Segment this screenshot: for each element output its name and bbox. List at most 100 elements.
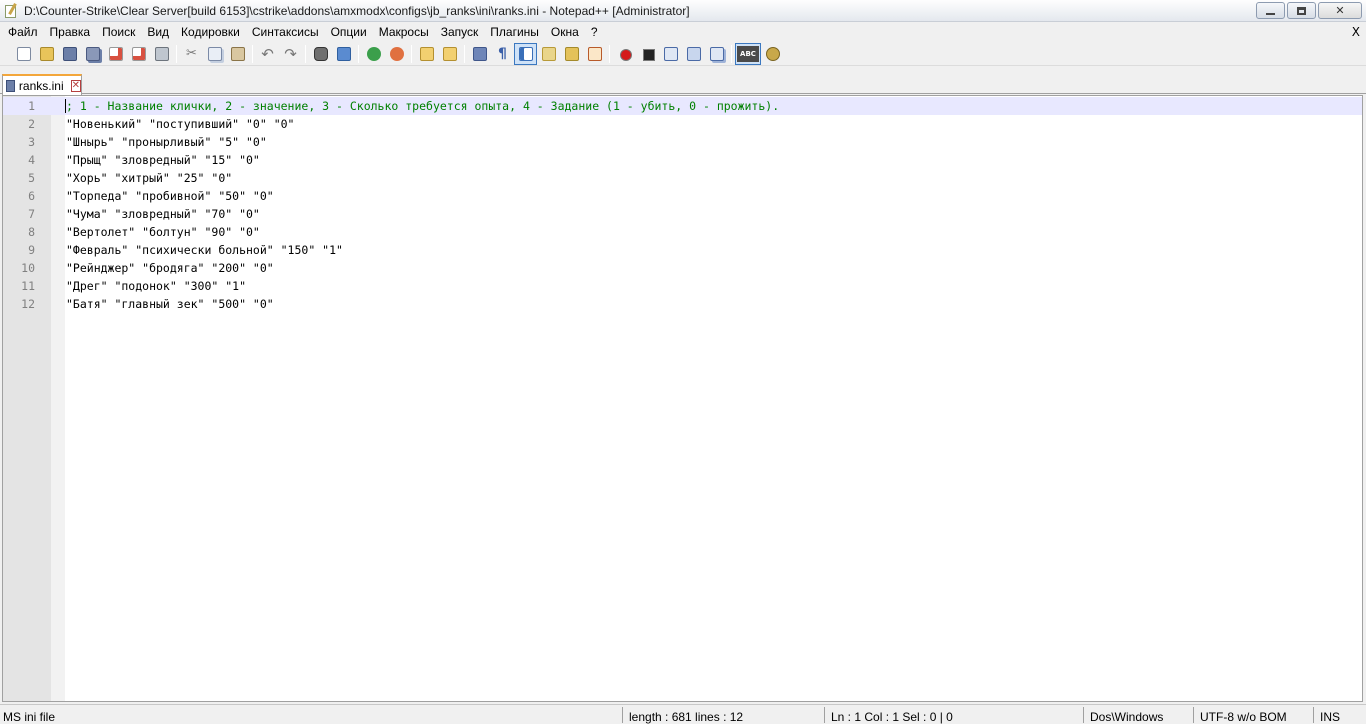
zoom-in-button[interactable] — [362, 43, 385, 65]
editor-line[interactable]: 9 "Февраль" "психически больной" "150" "1… — [3, 241, 1362, 259]
copy-button[interactable] — [203, 43, 226, 65]
redo-icon: ↷ — [284, 44, 297, 63]
function-list-button[interactable] — [583, 43, 606, 65]
menu-macro[interactable]: Макросы — [373, 22, 435, 42]
show-all-chars-button[interactable]: ¶ — [491, 43, 514, 65]
line-text[interactable]: "Рейнджер" "бродяга" "200" "0" — [66, 259, 274, 277]
cut-button[interactable]: ✂ — [180, 43, 203, 65]
play-macro-multiple-button[interactable] — [682, 43, 705, 65]
editor[interactable]: 1 ; 1 - Название клички, 2 - значение, 3 … — [2, 95, 1363, 702]
paste-button[interactable] — [226, 43, 249, 65]
line-number: 10 — [21, 261, 35, 275]
menu-settings[interactable]: Опции — [325, 22, 373, 42]
indent-guide-icon — [518, 46, 533, 61]
editor-line[interactable]: 2 "Новенький" "поступивший" "0" "0" — [3, 115, 1362, 133]
menu-encoding[interactable]: Кодировки — [175, 22, 246, 42]
editor-line[interactable]: 11 "Дрег" "подонок" "300" "1" — [3, 277, 1362, 295]
minimize-button[interactable] — [1256, 2, 1285, 19]
title-bar[interactable]: D:\Counter-Strike\Clear Server[build 615… — [0, 0, 1366, 22]
close-all-button[interactable] — [127, 43, 150, 65]
menu-file[interactable]: Файл — [2, 22, 44, 42]
fold-all-button[interactable] — [537, 43, 560, 65]
status-length-lines: length : 681 lines : 12 — [629, 710, 744, 724]
line-text[interactable]: "Хорь" "хитрый" "25" "0" — [66, 169, 232, 187]
line-number: 8 — [28, 225, 35, 239]
undo-button[interactable]: ↶ — [256, 43, 279, 65]
menu-run[interactable]: Запуск — [435, 22, 485, 42]
status-eol: Dos\Windows — [1090, 710, 1164, 724]
save-macro-icon — [709, 46, 724, 61]
record-macro-button[interactable] — [613, 43, 636, 65]
status-divider — [824, 707, 825, 723]
menu-plugins[interactable]: Плагины — [484, 22, 545, 42]
maximize-button[interactable] — [1287, 2, 1316, 19]
menu-window[interactable]: Окна — [545, 22, 585, 42]
save-button[interactable] — [58, 43, 81, 65]
line-text[interactable]: "Торпеда" "пробивной" "50" "0" — [66, 187, 274, 205]
replace-button[interactable] — [332, 43, 355, 65]
toolbar-separator — [411, 44, 412, 63]
play-macro-button[interactable] — [659, 43, 682, 65]
tab-label: ranks.ini — [18, 78, 64, 93]
tab-close-icon[interactable]: ✕ — [70, 79, 81, 92]
line-text[interactable]: "Чума" "зловредный" "70" "0" — [66, 205, 260, 223]
editor-line[interactable]: 7 "Чума" "зловредный" "70" "0" — [3, 205, 1362, 223]
editor-line[interactable]: 5 "Хорь" "хитрый" "25" "0" — [3, 169, 1362, 187]
line-text[interactable]: "Шнырь" "пронырливый" "5" "0" — [66, 133, 267, 151]
indent-guide-button[interactable] — [514, 42, 537, 65]
sync-vertical-button[interactable] — [415, 43, 438, 65]
new-file-button[interactable] — [12, 43, 35, 65]
spell-check-settings-button[interactable] — [761, 43, 784, 65]
line-text[interactable]: "Батя" "главный зек" "500" "0" — [66, 295, 274, 313]
line-text[interactable]: "Дрег" "подонок" "300" "1" — [66, 277, 246, 295]
menu-view[interactable]: Вид — [141, 22, 175, 42]
redo-button[interactable]: ↷ — [279, 43, 302, 65]
close-file-button[interactable] — [104, 43, 127, 65]
tab-ranks-ini[interactable]: ranks.ini ✕ — [2, 74, 82, 95]
menu-bar: Файл Правка Поиск Вид Кодировки Синтакси… — [0, 22, 1366, 42]
sync-h-icon — [442, 46, 457, 61]
menu-edit[interactable]: Правка — [44, 22, 97, 42]
editor-line[interactable]: 1 ; 1 - Название клички, 2 - значение, 3 … — [3, 97, 1362, 115]
save-all-button[interactable] — [81, 43, 104, 65]
status-divider — [1193, 707, 1194, 723]
zoom-out-icon — [389, 46, 404, 61]
print-icon — [154, 46, 169, 61]
spell-check-icon: ABC — [737, 45, 759, 62]
menu-help[interactable]: ? — [585, 22, 604, 42]
line-text[interactable]: "Новенький" "поступивший" "0" "0" — [66, 115, 294, 133]
line-text[interactable]: "Февраль" "психически больной" "150" "1" — [66, 241, 343, 259]
undo-icon: ↶ — [261, 44, 274, 63]
print-button[interactable] — [150, 43, 173, 65]
document-map-button[interactable] — [560, 43, 583, 65]
editor-line[interactable]: 3 "Шнырь" "пронырливый" "5" "0" — [3, 133, 1362, 151]
stop-record-button[interactable] — [636, 43, 659, 65]
zoom-out-button[interactable] — [385, 43, 408, 65]
editor-line[interactable]: 10 "Рейнджер" "бродяга" "200" "0" — [3, 259, 1362, 277]
menu-search[interactable]: Поиск — [96, 22, 141, 42]
editor-line[interactable]: 6 "Торпеда" "пробивной" "50" "0" — [3, 187, 1362, 205]
find-button[interactable] — [309, 43, 332, 65]
fold-all-icon — [541, 46, 556, 61]
line-number: 7 — [28, 207, 35, 221]
save-macro-button[interactable] — [705, 43, 728, 65]
line-text[interactable]: "Вертолет" "болтун" "90" "0" — [66, 223, 260, 241]
close-window-button[interactable]: ✕ — [1318, 2, 1362, 19]
spell-check-button[interactable]: ABC — [735, 42, 761, 65]
menu-language[interactable]: Синтаксисы — [246, 22, 325, 42]
sync-horizontal-button[interactable] — [438, 43, 461, 65]
editor-line[interactable]: 12 "Батя" "главный зек" "500" "0" — [3, 295, 1362, 313]
play-macro-multiple-icon — [686, 46, 701, 61]
line-text[interactable]: "Прыщ" "зловредный" "15" "0" — [66, 151, 260, 169]
editor-line[interactable]: 4 "Прыщ" "зловредный" "15" "0" — [3, 151, 1362, 169]
status-divider — [622, 707, 623, 723]
word-wrap-button[interactable] — [468, 43, 491, 65]
editor-line[interactable]: 8 "Вертолет" "болтун" "90" "0" — [3, 223, 1362, 241]
line-text[interactable]: ; 1 - Название клички, 2 - значение, 3 -… — [66, 97, 779, 115]
open-file-button[interactable] — [35, 43, 58, 65]
line-number: 5 — [28, 171, 35, 185]
close-document-button[interactable]: X — [1352, 22, 1360, 42]
status-encoding: UTF-8 w/o BOM — [1200, 710, 1287, 724]
notepad-plus-plus-icon[interactable] — [4, 2, 18, 19]
zoom-in-icon — [366, 46, 381, 61]
